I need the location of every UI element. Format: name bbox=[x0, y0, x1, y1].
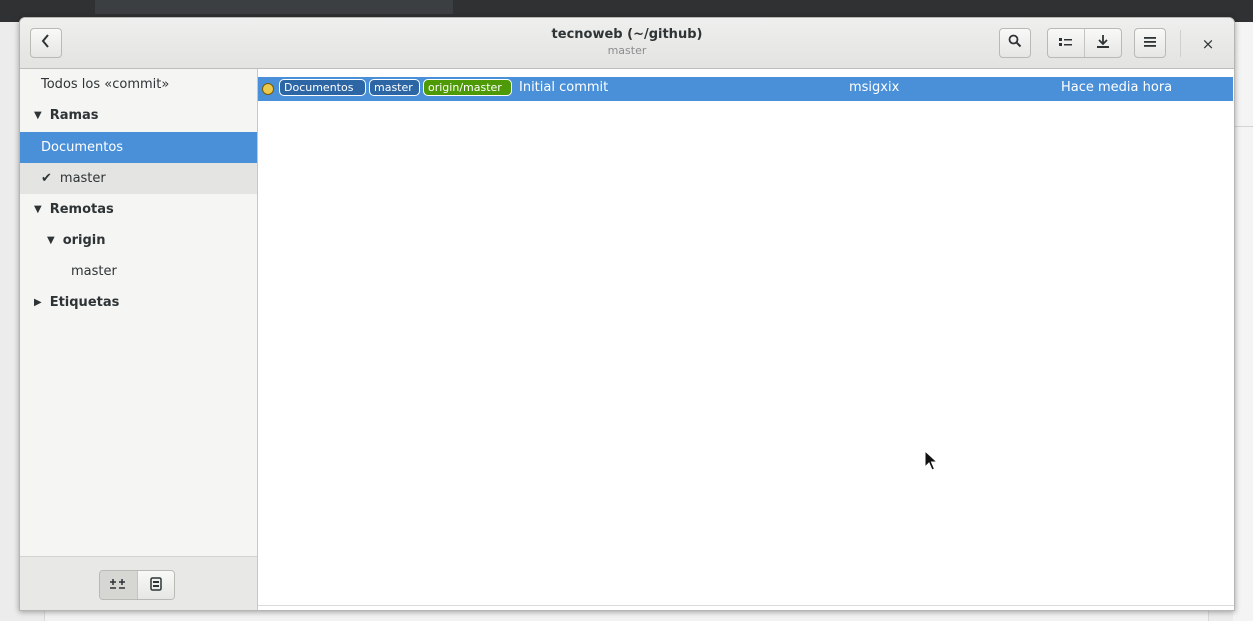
sidebar-item-branch-documentos[interactable]: Documentos bbox=[20, 132, 257, 163]
search-button[interactable] bbox=[999, 28, 1031, 58]
sidebar-mode-group bbox=[99, 570, 175, 600]
header-bar: tecnoweb (~/github) master × bbox=[20, 18, 1234, 69]
expander-down-icon: ▼ bbox=[34, 204, 42, 215]
sidebar-section-remotes[interactable]: ▼ Remotas bbox=[20, 194, 257, 225]
header-separator bbox=[1180, 30, 1181, 57]
window-title-area: tecnoweb (~/github) master bbox=[420, 26, 834, 58]
pane-divider bbox=[258, 605, 1234, 606]
commit-node-icon bbox=[262, 83, 274, 95]
menu-button[interactable] bbox=[1134, 28, 1166, 58]
window-subtitle: master bbox=[607, 44, 647, 57]
commit-subject: Initial commit bbox=[519, 80, 609, 95]
plus-minus-icon bbox=[110, 578, 126, 593]
commit-history-list: Documentos master origin/master Initial … bbox=[258, 69, 1234, 610]
sidebar-item-remote-origin[interactable]: ▼ origin bbox=[20, 225, 257, 256]
commit-date: Hace media hora bbox=[1061, 80, 1173, 95]
sidebar-item-remote-branch-master[interactable]: master bbox=[20, 256, 257, 287]
list-icon bbox=[1059, 36, 1073, 51]
sidebar-item-label: Todos los «commit» bbox=[41, 77, 170, 92]
mouse-pointer-icon bbox=[924, 449, 939, 476]
download-icon bbox=[1097, 34, 1109, 52]
ref-label-local: Documentos bbox=[279, 79, 366, 96]
sidebar-item-label: master bbox=[71, 264, 117, 279]
hamburger-menu-icon bbox=[1144, 35, 1156, 51]
chevron-left-icon bbox=[41, 34, 51, 52]
expander-down-icon: ▼ bbox=[47, 235, 55, 246]
diff-mode-button[interactable] bbox=[100, 571, 137, 599]
view-button-group bbox=[1047, 28, 1122, 58]
refs-sidebar: Todos los «commit» ▼ Ramas Documentos ✔ … bbox=[20, 69, 258, 610]
ref-label-local: master bbox=[369, 79, 420, 96]
commit-author: msigxix bbox=[849, 80, 900, 95]
sidebar-item-branch-master[interactable]: ✔ master bbox=[20, 163, 257, 194]
window-title: tecnoweb (~/github) bbox=[551, 27, 703, 42]
desktop-background bbox=[1233, 22, 1253, 621]
sidebar-section-label: Ramas bbox=[49, 108, 99, 123]
desktop-tab bbox=[95, 0, 453, 14]
sidebar-section-label: Etiquetas bbox=[49, 295, 120, 310]
history-view-button[interactable] bbox=[1048, 29, 1084, 57]
ref-label-remote: origin/master bbox=[423, 79, 512, 96]
fetch-button[interactable] bbox=[1084, 29, 1121, 57]
sidebar-item-label: Documentos bbox=[41, 140, 124, 155]
expander-down-icon: ▼ bbox=[34, 110, 42, 121]
sidebar-item-all-commits[interactable]: Todos los «commit» bbox=[20, 69, 257, 100]
back-button[interactable] bbox=[30, 28, 62, 58]
expander-right-icon: ▶ bbox=[34, 297, 42, 308]
sidebar-item-label: master bbox=[59, 171, 106, 186]
sidebar-item-label: origin bbox=[62, 233, 106, 248]
close-icon: × bbox=[1201, 34, 1215, 53]
file-icon bbox=[150, 576, 162, 594]
sidebar-section-label: Remotas bbox=[49, 202, 114, 217]
files-mode-button[interactable] bbox=[136, 571, 174, 599]
checkmark-icon: ✔ bbox=[41, 171, 52, 186]
sidebar-section-tags[interactable]: ▶ Etiquetas bbox=[20, 287, 257, 318]
close-button[interactable]: × bbox=[1193, 30, 1223, 57]
search-icon bbox=[1008, 34, 1022, 52]
gitg-window: tecnoweb (~/github) master × Todos los «… bbox=[19, 17, 1235, 611]
sidebar-section-branches[interactable]: ▼ Ramas bbox=[20, 100, 257, 131]
sidebar-footer bbox=[20, 556, 257, 610]
commit-row[interactable]: Documentos master origin/master Initial … bbox=[258, 77, 1233, 101]
